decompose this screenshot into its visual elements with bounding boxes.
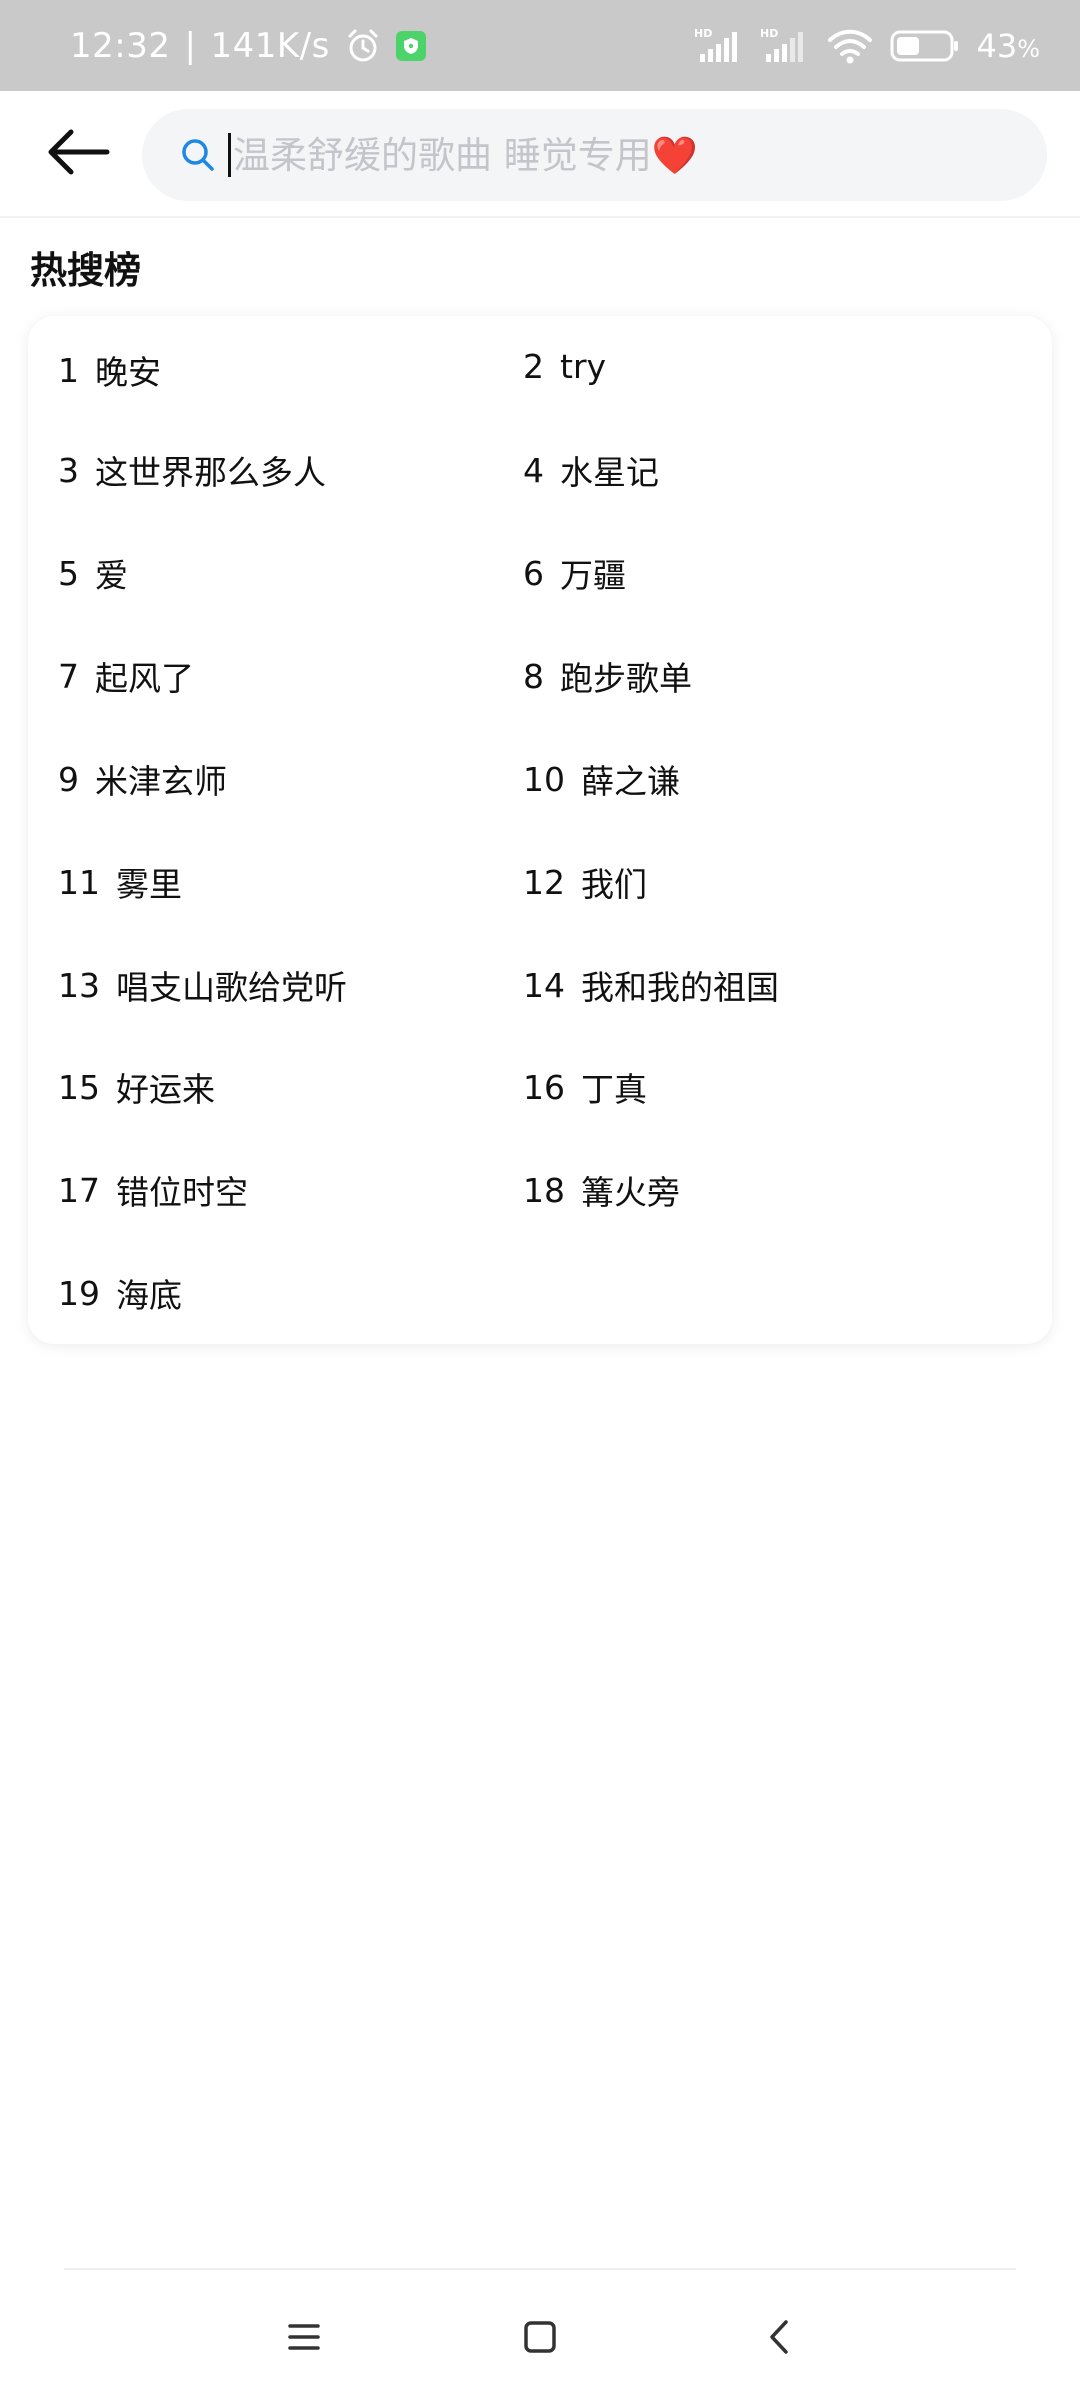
search-icon — [178, 135, 218, 175]
rank-number: 14 — [523, 965, 565, 1005]
hot-search-label: 薛之谦 — [581, 762, 680, 801]
hot-search-label: 篝火旁 — [581, 1173, 680, 1212]
system-back-button[interactable] — [730, 2292, 830, 2382]
battery-unit: % — [1017, 34, 1040, 63]
menu-icon — [288, 2324, 320, 2350]
hot-search-label: 米津玄师 — [95, 762, 227, 801]
list-item[interactable]: 14 我和我的祖国 — [523, 955, 779, 1015]
list-item[interactable]: 15 好运来 — [58, 1057, 215, 1117]
hot-search-label: 我们 — [581, 865, 647, 904]
alarm-icon — [344, 27, 382, 65]
rank-number: 15 — [58, 1067, 100, 1107]
battery-value: 43 — [976, 26, 1018, 65]
hot-search-label: 水星记 — [560, 453, 659, 492]
battery-icon — [890, 28, 960, 64]
hot-search-label: 起风了 — [95, 659, 194, 698]
rank-number: 6 — [523, 553, 544, 593]
list-item[interactable]: 10 薛之谦 — [523, 749, 680, 809]
rank-number: 7 — [58, 656, 79, 696]
rank-number: 3 — [58, 450, 79, 490]
hot-search-label: 海底 — [116, 1276, 182, 1315]
rank-number: 8 — [523, 656, 544, 696]
hot-search-label: 晚安 — [95, 353, 161, 392]
status-left: 12:32 | 141K/s — [70, 0, 426, 91]
rank-number: 5 — [58, 553, 79, 593]
list-item[interactable]: 5 爱 — [58, 543, 128, 603]
hot-search-label: 错位时空 — [116, 1173, 248, 1212]
hot-search-label: 这世界那么多人 — [95, 453, 326, 492]
hot-search-label: 我和我的祖国 — [581, 968, 779, 1007]
hot-search-title: 热搜榜 — [30, 249, 141, 292]
signal-hd-icon: HD — [694, 26, 744, 66]
rank-number: 12 — [523, 862, 565, 902]
list-item[interactable]: 17 错位时空 — [58, 1160, 248, 1220]
hot-search-label: 爱 — [95, 556, 128, 595]
back-icon — [770, 2320, 788, 2354]
rank-number: 16 — [523, 1067, 565, 1107]
hot-search-label: try — [560, 346, 607, 386]
signal-hd-icon: HD — [760, 26, 810, 66]
network-speed: 141K/s — [210, 25, 330, 66]
rank-number: 19 — [58, 1273, 100, 1313]
status-bar: 12:32 | 141K/s HD HD 43% — [0, 0, 1080, 91]
list-item[interactable]: 9 米津玄师 — [58, 749, 227, 809]
search-header — [0, 91, 1080, 218]
home-button[interactable] — [490, 2292, 590, 2382]
list-item[interactable]: 8 跑步歌单 — [523, 646, 692, 706]
svg-text:HD: HD — [760, 27, 778, 40]
rank-number: 9 — [58, 759, 79, 799]
status-separator: | — [184, 25, 197, 66]
nav-divider — [64, 2268, 1016, 2270]
hot-search-label: 好运来 — [116, 1070, 215, 1109]
rank-number: 2 — [523, 346, 544, 386]
hot-search-label: 跑步歌单 — [560, 659, 692, 698]
back-button[interactable] — [38, 117, 118, 187]
list-item[interactable]: 16 丁真 — [523, 1057, 647, 1117]
hot-search-label: 丁真 — [581, 1070, 647, 1109]
rank-number: 4 — [523, 450, 544, 490]
list-item[interactable]: 13 唱支山歌给党听 — [58, 955, 347, 1015]
wifi-icon — [826, 26, 874, 66]
home-icon — [524, 2321, 556, 2353]
status-right: HD HD 43% — [694, 0, 1040, 91]
list-item[interactable]: 7 起风了 — [58, 646, 194, 706]
rank-number: 10 — [523, 759, 565, 799]
hot-search-label: 万疆 — [560, 556, 626, 595]
list-item[interactable]: 6 万疆 — [523, 543, 626, 603]
list-item[interactable]: 18 篝火旁 — [523, 1160, 680, 1220]
recents-button[interactable] — [254, 2292, 354, 2382]
list-item[interactable]: 2 try — [523, 336, 606, 396]
shield-icon — [395, 30, 426, 61]
rank-number: 18 — [523, 1170, 565, 1210]
list-item[interactable]: 12 我们 — [523, 852, 647, 912]
rank-number: 13 — [58, 965, 100, 1005]
hot-search-label: 唱支山歌给党听 — [116, 968, 347, 1007]
list-item[interactable]: 11 雾里 — [58, 852, 182, 912]
status-time: 12:32 — [70, 25, 171, 66]
arrow-left-icon — [48, 129, 110, 175]
rank-number: 17 — [58, 1170, 100, 1210]
list-item[interactable]: 4 水星记 — [523, 440, 659, 500]
search-box[interactable] — [142, 109, 1047, 201]
system-nav-bar — [0, 2272, 1080, 2400]
search-input[interactable] — [230, 125, 1047, 185]
svg-text:HD: HD — [694, 27, 712, 40]
hot-search-label: 雾里 — [116, 865, 182, 904]
list-item[interactable]: 19 海底 — [58, 1263, 182, 1323]
rank-number: 11 — [58, 862, 100, 902]
list-item[interactable]: 1 晚安 — [58, 340, 161, 400]
battery-percent: 43% — [976, 27, 1040, 65]
list-item[interactable]: 3 这世界那么多人 — [58, 440, 326, 500]
rank-number: 1 — [58, 350, 79, 390]
hot-search-list: 1 晚安 2 try 3 这世界那么多人 4 水星记 5 爱 6 万疆 7 起风… — [28, 316, 1052, 1344]
